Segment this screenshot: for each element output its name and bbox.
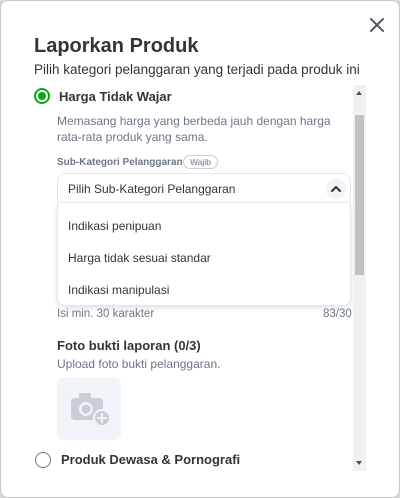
min-char-hint: Isi min. 30 karakter — [57, 308, 155, 320]
modal-subtitle: Pilih kategori pelanggaran yang terjadi … — [34, 62, 360, 77]
required-badge: Wajib — [183, 155, 218, 169]
option-label-harga-tidak-wajar[interactable]: Harga Tidak Wajar — [59, 89, 172, 104]
char-counter: 83/30 — [323, 308, 352, 320]
option-label-produk-dewasa[interactable]: Produk Dewasa & Pornografi — [61, 452, 240, 467]
report-product-modal: Laporkan Produk Pilih kategori pelanggar… — [0, 0, 400, 498]
select-toggle[interactable] — [326, 179, 346, 199]
dropdown-item-indikasi-penipuan[interactable]: Indikasi penipuan — [68, 219, 161, 233]
modal-title: Laporkan Produk — [34, 35, 199, 57]
photo-section-subtitle: Upload foto bukti pelanggaran. — [57, 357, 221, 371]
subcategory-select[interactable]: Pilih Sub-Kategori Pelanggaran — [57, 173, 351, 203]
subcategory-select-value: Pilih Sub-Kategori Pelanggaran — [68, 182, 236, 196]
close-button[interactable] — [365, 13, 389, 37]
category-list: Harga Tidak Wajar Memasang harga yang be… — [23, 83, 367, 473]
option-description: Memasang harga yang berbeda jauh dengan … — [57, 114, 331, 144]
camera-add-icon — [71, 393, 111, 427]
dropdown-item-indikasi-manipulasi[interactable]: Indikasi manipulasi — [68, 283, 169, 297]
subcategory-label: Sub-Kategori Pelanggaran — [57, 157, 183, 168]
photo-section-title: Foto bukti laporan (0/3) — [57, 338, 201, 353]
dropdown-item-harga-tidak-sesuai[interactable]: Harga tidak sesuai standar — [68, 251, 211, 265]
radio-harga-tidak-wajar[interactable] — [34, 88, 50, 104]
subcategory-dropdown: Indikasi penipuan Harga tidak sesuai sta… — [57, 202, 351, 306]
chevron-up-icon — [331, 186, 341, 192]
scrollbar-thumb[interactable] — [355, 115, 364, 275]
scroll-down-arrow[interactable] — [356, 461, 362, 465]
radio-produk-dewasa[interactable] — [35, 452, 51, 468]
scrollbar[interactable] — [353, 85, 366, 471]
photo-upload-button[interactable] — [57, 378, 121, 440]
close-icon — [370, 18, 384, 32]
scroll-up-arrow[interactable] — [356, 91, 362, 95]
